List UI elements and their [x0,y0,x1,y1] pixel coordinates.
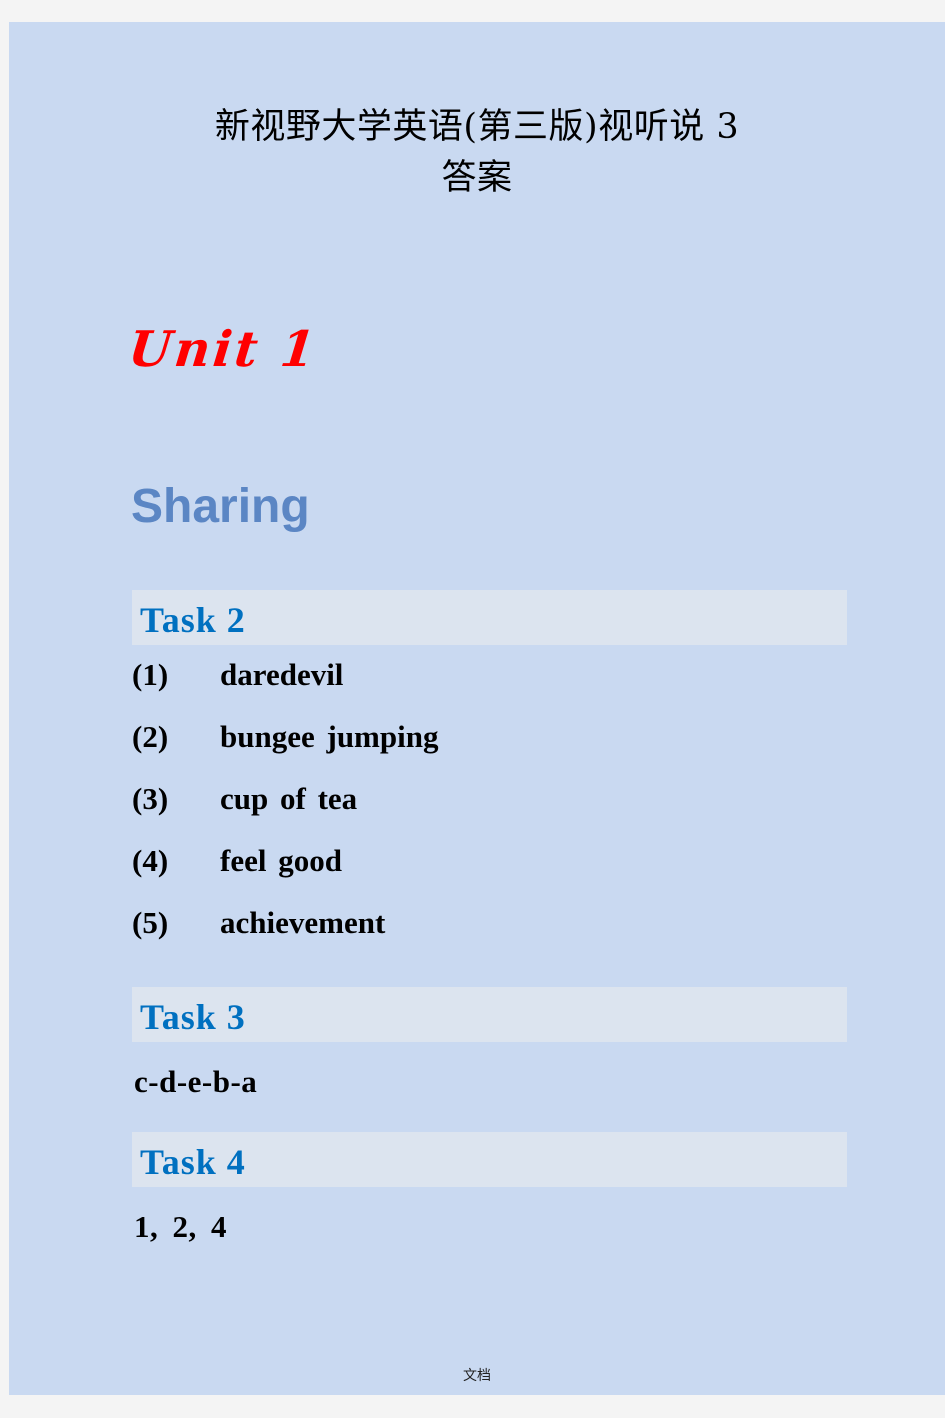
task-block-4: Task 4 1, 2, 4 [132,1132,847,1245]
answer-text: bungee jumping [220,719,439,754]
answer-number: (2) [132,719,169,754]
answer-number: (5) [132,905,169,940]
section-heading-sharing: Sharing [131,480,310,533]
answer-text-task-3: c-d-e-b-a [134,1064,258,1099]
task-label-2: Task 2 [140,599,246,640]
answer-list-task-2: (1) daredevil (2) bungee jumping (3) cup… [132,645,847,955]
document-title-line1: 新视野大学英语(第三版)视听说 3 [214,107,740,147]
task-label-3: Task 3 [140,996,246,1037]
document-title-line2: 答案 [441,157,513,198]
task-header-bar-2: Task 2 [132,590,847,645]
page-footer: 文档 [463,1368,491,1384]
answer-text: feel good [220,843,342,878]
list-item: (1) daredevil [132,645,847,707]
answer-text: daredevil [220,657,344,692]
unit-heading: Unit 1 [125,320,321,378]
answer-text-task-4: 1, 2, 4 [134,1209,227,1244]
list-item: (5) achievement [132,893,847,955]
task-header-bar-3: Task 3 [132,987,847,1042]
list-item: (2) bungee jumping [132,707,847,769]
list-item: (3) cup of tea [132,769,847,831]
answer-text: achievement [220,905,386,940]
task-block-3: Task 3 c-d-e-b-a [132,987,847,1100]
task-header-bar-4: Task 4 [132,1132,847,1187]
task-block-2: Task 2 (1) daredevil (2) bungee jumping … [132,590,847,955]
answer-number: (3) [132,781,169,816]
document-page: 新视野大学英语(第三版)视听说 3 答案 Unit 1 Sharing Task… [9,22,945,1395]
answer-text: cup of tea [220,781,358,816]
list-item: (4) feel good [132,831,847,893]
task-label-4: Task 4 [140,1141,246,1182]
answer-number: (1) [132,657,169,692]
document-title: 新视野大学英语(第三版)视听说 3 答案 [9,102,945,204]
answer-number: (4) [132,843,169,878]
